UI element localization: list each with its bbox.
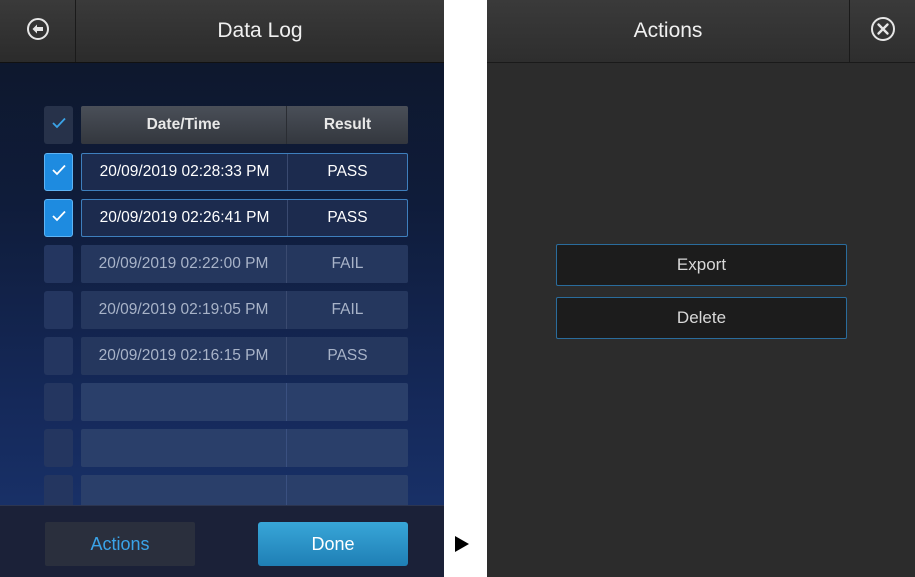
row-datetime: 20/09/2019 02:19:05 PM: [81, 291, 287, 329]
table-row[interactable]: 20/09/2019 02:22:00 PM FAIL: [81, 245, 408, 283]
row-result: FAIL: [331, 301, 364, 318]
footer-bar: Actions Done: [0, 505, 444, 577]
column-header-datetime: Date/Time: [81, 106, 287, 144]
row-result: [287, 383, 408, 421]
row-checkbox[interactable]: [44, 429, 73, 467]
table-header: Date/Time Result: [81, 106, 408, 144]
row-checkbox[interactable]: [44, 291, 73, 329]
row-checkbox[interactable]: [44, 153, 73, 191]
data-log-header: Data Log: [0, 0, 444, 63]
done-button[interactable]: Done: [258, 522, 408, 566]
export-button[interactable]: Export: [556, 244, 847, 286]
data-log-screen: Data Log Date/Time Result 20/09/2019 02:…: [0, 0, 444, 577]
table-row[interactable]: 20/09/2019 02:19:05 PM FAIL: [81, 291, 408, 329]
delete-button[interactable]: Delete: [556, 297, 847, 339]
select-all-checkbox[interactable]: [44, 106, 73, 144]
row-datetime: 20/09/2019 02:16:15 PM: [81, 337, 287, 375]
row-checkbox[interactable]: [44, 199, 73, 237]
close-button[interactable]: [849, 0, 915, 62]
row-datetime: 20/09/2019 02:22:00 PM: [81, 245, 287, 283]
row-checkbox[interactable]: [44, 383, 73, 421]
row-datetime: [81, 383, 287, 421]
column-header-result: Result: [323, 116, 372, 133]
page-title: Data Log: [217, 19, 303, 42]
row-result: PASS: [327, 209, 368, 226]
table-row-empty: [81, 429, 408, 467]
checkmark-icon: [51, 116, 66, 134]
back-arrow-icon: [26, 17, 50, 46]
actions-title: Actions: [633, 19, 703, 42]
checkmark-icon: [51, 209, 66, 227]
transition-arrow-icon: [455, 536, 469, 552]
actions-button[interactable]: Actions: [45, 522, 195, 566]
checkmark-icon: [51, 163, 66, 181]
close-circle-icon: [870, 16, 896, 47]
row-result: FAIL: [331, 255, 364, 272]
row-datetime: [81, 429, 287, 467]
table-row-empty: [81, 383, 408, 421]
table-row[interactable]: 20/09/2019 02:28:33 PM PASS: [81, 153, 408, 191]
table-row[interactable]: 20/09/2019 02:26:41 PM PASS: [81, 199, 408, 237]
row-checkbox[interactable]: [44, 245, 73, 283]
row-result: PASS: [327, 163, 368, 180]
row-datetime: 20/09/2019 02:28:33 PM: [82, 154, 288, 190]
actions-header: Actions: [487, 0, 915, 63]
row-result: [287, 429, 408, 467]
actions-screen: Actions Export Delete: [487, 0, 915, 577]
row-result: PASS: [327, 347, 368, 364]
back-button[interactable]: [0, 0, 76, 62]
row-checkbox[interactable]: [44, 337, 73, 375]
table-row[interactable]: 20/09/2019 02:16:15 PM PASS: [81, 337, 408, 375]
row-datetime: 20/09/2019 02:26:41 PM: [82, 200, 288, 236]
